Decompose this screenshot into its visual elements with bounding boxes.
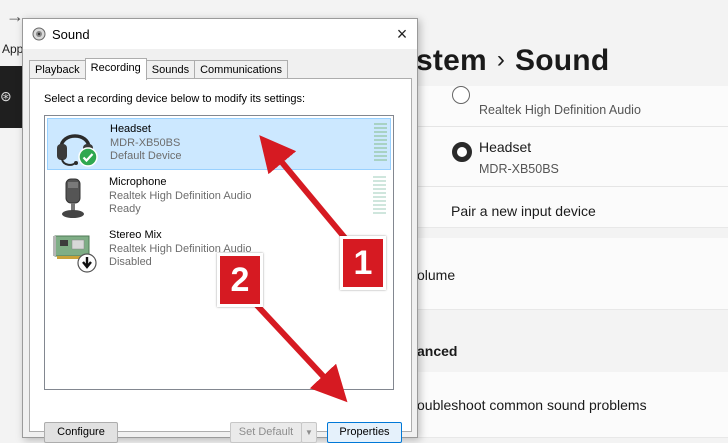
breadcrumb-parent[interactable]: stem [416, 44, 487, 77]
disabled-arrow-icon [77, 253, 97, 273]
pair-new-input-device-link[interactable]: Pair a new input device [451, 203, 596, 219]
page-title: stem › Sound [416, 44, 609, 78]
sidebar-icon: ⊛ [0, 88, 12, 104]
speaker-icon [32, 27, 46, 41]
step-badge-2: 2 [217, 253, 263, 307]
device-item-microphone[interactable]: Microphone Realtek High Definition Audio… [47, 172, 391, 224]
device-name: Headset [110, 123, 151, 135]
input-device-2-name: Headset [479, 139, 532, 155]
input-device-1-subtitle: Realtek High Definition Audio [479, 103, 641, 117]
step-badge-1: 1 [340, 236, 386, 290]
properties-button[interactable]: Properties [327, 422, 402, 443]
input-device-radio-1[interactable] [452, 86, 470, 104]
device-item-headset[interactable]: Headset MDR-XB50BS Default Device [47, 118, 391, 170]
tab-playback[interactable]: Playback [29, 60, 86, 79]
level-meter [374, 123, 387, 163]
divider [416, 186, 728, 187]
device-status: Ready [109, 203, 141, 215]
dialog-title: Sound [52, 27, 90, 42]
device-description: MDR-XB50BS [110, 137, 181, 149]
device-name: Stereo Mix [109, 229, 162, 241]
dialog-titlebar[interactable]: Sound × [23, 19, 417, 49]
tab-sounds[interactable]: Sounds [145, 60, 196, 79]
tab-strip: Playback Recording Sounds Communications [29, 58, 289, 80]
set-default-dropdown-icon[interactable]: ▼ [301, 422, 317, 443]
device-name: Microphone [109, 176, 167, 188]
breadcrumb-current: Sound [515, 44, 610, 77]
input-device-2-subtitle: MDR-XB50BS [479, 162, 559, 176]
tab-recording[interactable]: Recording [84, 58, 147, 80]
device-status: Default Device [110, 150, 182, 162]
volume-label: olume [417, 267, 456, 283]
input-device-radio-headset[interactable] [452, 142, 472, 162]
configure-button[interactable]: Configure [44, 422, 118, 443]
microphone-icon [62, 178, 84, 218]
advanced-heading: anced [417, 343, 458, 359]
breadcrumb-separator: › [496, 46, 506, 73]
close-button[interactable]: × [387, 19, 417, 49]
volume-card [416, 238, 728, 310]
set-default-button[interactable]: Set Default [230, 422, 302, 443]
device-description: Realtek High Definition Audio [109, 190, 252, 202]
green-check-icon [78, 147, 98, 167]
device-status: Disabled [109, 256, 152, 268]
level-meter [373, 176, 386, 216]
troubleshoot-link[interactable]: oubleshoot common sound problems [417, 397, 647, 413]
divider [416, 126, 728, 127]
instruction-text: Select a recording device below to modif… [44, 93, 306, 105]
tab-communications[interactable]: Communications [194, 60, 289, 79]
sound-dialog: Sound × Playback Recording Sounds Commun… [22, 18, 418, 443]
